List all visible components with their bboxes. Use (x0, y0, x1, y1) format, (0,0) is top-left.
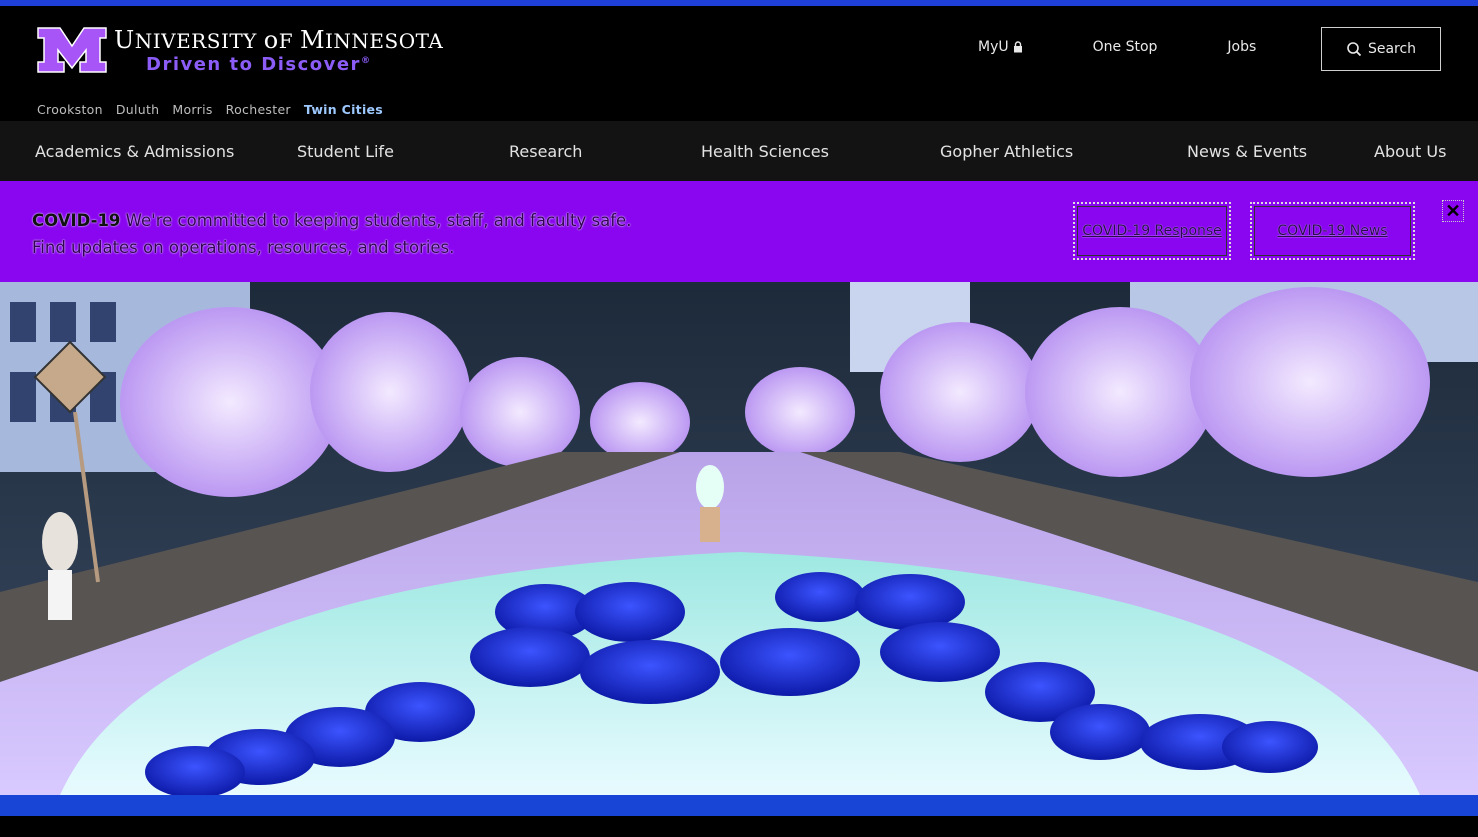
university-wordmark: UNIVERSITY oF MINNESOTA (114, 26, 444, 54)
alert-text: We're committed to keeping students, sta… (32, 211, 632, 257)
nav-research[interactable]: Research (509, 142, 582, 161)
tagline: Driven to Discover® (146, 54, 372, 75)
myu-link[interactable]: MyU (978, 39, 1023, 55)
campus-links: Crookston Duluth Morris Rochester Twin Citie… (37, 102, 396, 117)
search-button[interactable]: Search (1321, 27, 1441, 71)
site-header: UNIVERSITY oF MINNESOTA Driven to Discov… (0, 6, 1478, 121)
search-icon (1347, 42, 1362, 57)
alert-label: COVID-19 (32, 211, 121, 230)
campus-link-duluth[interactable]: Duluth (116, 102, 160, 117)
bottom-black-bar (0, 816, 1478, 837)
campus-link-crookston[interactable]: Crookston (37, 102, 103, 117)
one-stop-link[interactable]: One Stop (1093, 39, 1158, 55)
close-icon[interactable]: ✕ (1442, 200, 1464, 222)
block-m-logo (37, 27, 107, 73)
alert-message: COVID-19 We're committed to keeping stud… (32, 207, 652, 261)
nav-health-sciences[interactable]: Health Sciences (701, 142, 829, 161)
bottom-band (0, 795, 1478, 816)
covid-alert-banner: COVID-19 We're committed to keeping stud… (0, 181, 1478, 282)
main-nav: Academics & Admissions Student Life Rese… (0, 121, 1478, 181)
nav-news-events[interactable]: News & Events (1187, 142, 1307, 161)
covid-response-button[interactable]: COVID-19 Response (1073, 202, 1231, 260)
nav-student-life[interactable]: Student Life (297, 142, 394, 161)
lock-icon (1013, 41, 1022, 53)
nav-gopher-athletics[interactable]: Gopher Athletics (940, 142, 1073, 161)
covid-news-button[interactable]: COVID-19 News (1250, 202, 1415, 260)
jobs-link[interactable]: Jobs (1227, 39, 1256, 55)
campus-link-rochester[interactable]: Rochester (226, 102, 291, 117)
campus-link-twin-cities[interactable]: Twin Cities (304, 102, 383, 117)
campus-link-morris[interactable]: Morris (172, 102, 212, 117)
nav-about-us[interactable]: About Us (1374, 142, 1446, 161)
hero-image (0, 282, 1478, 795)
campus-mall-photo (0, 282, 1478, 795)
utility-nav: MyU One Stop Jobs (978, 39, 1256, 55)
nav-academics-admissions[interactable]: Academics & Admissions (35, 142, 234, 161)
